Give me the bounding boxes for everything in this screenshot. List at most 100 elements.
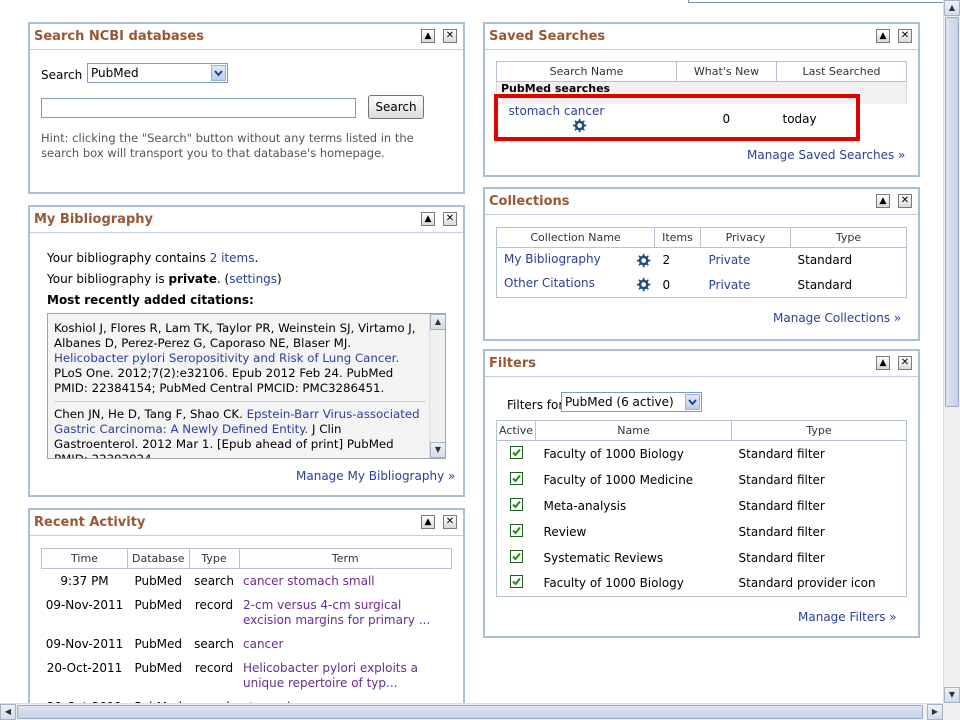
checkbox-checked-icon[interactable] <box>509 523 523 537</box>
bibliography-privacy: Your bibliography is private. (settings) <box>47 272 282 286</box>
table-row: Meta-analysis Standard filter <box>497 493 907 519</box>
portlet-title: Filters <box>489 356 536 371</box>
scroll-right-icon[interactable]: ▶ <box>927 704 943 720</box>
recent-citations-heading: Most recently added citations: <box>47 293 254 307</box>
search-portlet: Search NCBI databases ▲ ✕ Search : PubMe… <box>28 22 465 194</box>
citations-scrollbar[interactable]: ▲ ▼ <box>429 314 445 458</box>
column-header: Name <box>535 420 733 441</box>
checkbox-checked-icon[interactable] <box>509 497 523 511</box>
activity-term-link[interactable]: cancer stomach small <box>243 574 375 588</box>
table-row: Faculty of 1000 Medicine Standard filter <box>497 467 907 493</box>
count-suffix: . <box>254 251 259 265</box>
highlight-box <box>494 94 860 141</box>
table-row: 09-Nov-2011 PubMed search cancer <box>42 632 452 657</box>
activity-time: 20-Oct-2011 <box>46 660 123 675</box>
scroll-up-icon[interactable]: ▲ <box>944 0 960 16</box>
filter-type: Standard provider icon <box>738 576 876 591</box>
portlet-header: Filters ▲ ✕ <box>485 351 918 377</box>
table-header-row: Time Database Type Term <box>41 548 452 569</box>
search-hint: Hint: clicking the "Search" button witho… <box>41 131 414 160</box>
manage-bibliography-link[interactable]: Manage My Bibliography » <box>296 469 455 483</box>
checkbox-checked-icon[interactable] <box>509 575 523 589</box>
collections-portlet: Collections ▲ ✕ Collection Name Items Pr… <box>483 187 920 341</box>
collapse-arrow-icon[interactable]: ▲ <box>876 29 890 43</box>
saved-searches-portlet: Saved Searches ▲ ✕ Search Name What's Ne… <box>483 22 920 177</box>
gear-icon[interactable] <box>635 277 651 293</box>
filter-type: Standard filter <box>738 472 825 487</box>
manage-saved-searches-link[interactable]: Manage Saved Searches » <box>747 148 905 162</box>
scroll-up-icon[interactable]: ▲ <box>430 314 445 330</box>
citation-authors: Chen JN, He D, Tang F, Shao CK. <box>54 407 247 421</box>
checkbox-checked-icon[interactable] <box>509 549 523 563</box>
column-header: Items <box>654 227 701 248</box>
activity-database: PubMed <box>134 637 183 651</box>
activity-term-link[interactable]: cancer <box>243 637 283 651</box>
close-icon[interactable]: ✕ <box>443 515 457 529</box>
filter-type: Standard filter <box>738 550 825 565</box>
activity-type: record <box>194 660 234 675</box>
column-header: Active <box>495 420 537 441</box>
column-header: Search Name <box>496 61 677 82</box>
items-count-link[interactable]: 2 items <box>210 251 255 265</box>
citation-title-link[interactable]: Helicobacter pylori Seropositivity and R… <box>54 351 399 365</box>
collection-items: 0 <box>662 277 671 292</box>
checkbox-checked-icon[interactable] <box>509 445 523 459</box>
close-icon[interactable]: ✕ <box>443 29 457 43</box>
search-input[interactable] <box>41 98 356 118</box>
close-icon[interactable]: ✕ <box>443 212 457 226</box>
privacy-link[interactable]: Private <box>709 278 751 292</box>
chevron-down-icon <box>211 65 226 81</box>
scrollbar-thumb[interactable] <box>17 705 923 719</box>
filter-type: Standard filter <box>738 446 825 461</box>
close-icon[interactable]: ✕ <box>898 356 912 370</box>
manage-filters-link[interactable]: Manage Filters » <box>798 610 897 624</box>
privacy-suffix: ) <box>277 272 282 286</box>
citation-item: Koshiol J, Flores R, Lam TK, Taylor PR, … <box>54 321 426 402</box>
scroll-down-icon[interactable]: ▼ <box>430 442 445 458</box>
close-icon[interactable]: ✕ <box>898 29 912 43</box>
portlet-title: Search NCBI databases <box>34 29 204 44</box>
scrollbar-corner <box>943 703 960 720</box>
manage-collections-link[interactable]: Manage Collections » <box>773 311 901 325</box>
collection-link[interactable]: Other Citations <box>504 276 595 290</box>
collection-link[interactable]: My Bibliography <box>504 252 601 266</box>
scrollbar-thumb[interactable] <box>945 17 959 407</box>
settings-link[interactable]: settings <box>229 272 277 286</box>
database-select[interactable]: PubMed <box>87 63 228 83</box>
collapse-arrow-icon[interactable]: ▲ <box>421 515 435 529</box>
activity-time: 09-Nov-2011 <box>45 597 124 612</box>
column-header: Term <box>238 548 452 569</box>
activity-term-link[interactable]: 2-cm versus 4-cm surgical excision margi… <box>243 598 430 627</box>
collapse-arrow-icon[interactable]: ▲ <box>876 194 890 208</box>
column-header: Collection Name <box>496 227 655 248</box>
collapse-arrow-icon[interactable]: ▲ <box>421 212 435 226</box>
table-row: Review Standard filter <box>497 519 907 545</box>
column-header: Privacy <box>700 227 791 248</box>
column-header: What's New <box>676 61 777 82</box>
scroll-down-icon[interactable]: ▼ <box>944 687 960 703</box>
checkbox-checked-icon[interactable] <box>509 471 523 485</box>
collapse-arrow-icon[interactable]: ▲ <box>421 29 435 43</box>
citation-rest: PLoS One. 2012;7(2):e32106. Epub 2012 Fe… <box>54 366 394 395</box>
collapse-arrow-icon[interactable]: ▲ <box>876 356 890 370</box>
table-row: 20-Oct-2011 PubMed record Helicobacter p… <box>42 657 452 695</box>
portlet-header: Recent Activity ▲ ✕ <box>30 510 463 536</box>
activity-time: 09-Nov-2011 <box>45 637 124 651</box>
search-label: Search : <box>41 68 91 82</box>
search-button[interactable]: Search <box>368 95 424 119</box>
filter-name: Systematic Reviews <box>543 550 664 565</box>
table-row: Faculty of 1000 Biology Standard provide… <box>497 571 907 597</box>
gear-icon[interactable] <box>635 253 651 269</box>
vertical-scrollbar[interactable]: ▲ ▼ <box>943 0 960 703</box>
filters-for-select[interactable]: PubMed (6 active) <box>561 392 702 412</box>
scroll-left-icon[interactable]: ◀ <box>0 704 16 720</box>
privacy-link[interactable]: Private <box>709 253 751 267</box>
collection-type: Standard <box>797 277 853 292</box>
table-row: Systematic Reviews Standard filter <box>497 545 907 571</box>
activity-database: PubMed <box>134 660 183 675</box>
horizontal-scrollbar[interactable]: ◀ ▶ <box>0 703 943 720</box>
activity-term-link[interactable]: Helicobacter pylori exploits a unique re… <box>243 661 418 690</box>
table-row: 09-Nov-2011 PubMed record 2-cm versus 4-… <box>42 594 452 632</box>
close-icon[interactable]: ✕ <box>898 194 912 208</box>
recent-activity-portlet: Recent Activity ▲ ✕ Time Database Type T… <box>28 508 465 720</box>
